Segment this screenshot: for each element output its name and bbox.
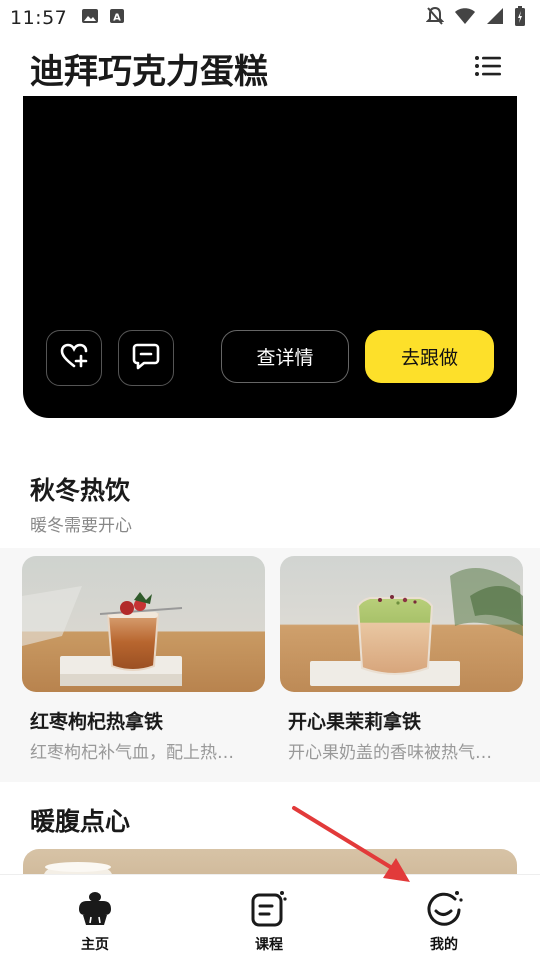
course-icon [251, 889, 287, 931]
follow-along-button[interactable]: 去跟做 [365, 330, 494, 383]
battery-charging-icon [514, 5, 526, 31]
section-title: 秋冬热饮 [30, 476, 131, 505]
profile-smile-icon [425, 889, 463, 931]
recipe-card[interactable]: 开心果茉莉拿铁 开心果奶盖的香味被热气… [280, 556, 523, 763]
favorite-button[interactable] [46, 330, 102, 386]
section-warm-snacks: 暖腹点心 [0, 782, 540, 874]
status-time: 11:57 [10, 7, 68, 29]
svg-text:A: A [113, 13, 121, 24]
recipe-card-image [280, 556, 523, 692]
nav-profile[interactable]: 我的 [404, 889, 484, 954]
view-details-button[interactable]: 查详情 [221, 330, 349, 383]
section-hot-drinks: 秋冬热饮 暖冬需要开心 红枣枸杞热拿铁 红枣枸杞补气血，配上热… 开心果茉莉拿铁… [0, 443, 540, 782]
status-bar: 11:57 A [0, 0, 540, 36]
comment-icon [132, 342, 160, 374]
comment-button[interactable] [118, 330, 174, 386]
wifi-icon [454, 7, 476, 29]
a-letter-icon: A [109, 8, 125, 28]
section-subtitle: 暖冬需要开心 [30, 516, 132, 536]
recipe-card-desc: 开心果奶盖的香味被热气… [288, 743, 492, 763]
recipe-card-title: 红枣枸杞热拿铁 [30, 711, 164, 733]
recipe-card-desc: 红枣枸杞补气血，配上热… [30, 743, 234, 763]
hero-section: 查详情 去跟做 [0, 96, 540, 443]
heart-plus-icon [59, 342, 89, 374]
cake-home-icon [75, 889, 115, 931]
snack-card-preview[interactable] [23, 849, 517, 874]
header: 迪拜巧克力蛋糕 [0, 36, 540, 98]
page-title: 迪拜巧克力蛋糕 [30, 52, 268, 92]
nav-home[interactable]: 主页 [55, 889, 135, 954]
list-menu-icon[interactable] [474, 52, 502, 80]
video-player[interactable]: 查详情 去跟做 [23, 96, 517, 418]
recipe-card-title: 开心果茉莉拿铁 [288, 711, 422, 733]
section-title: 暖腹点心 [30, 807, 131, 836]
signal-icon [486, 7, 504, 29]
nav-label: 我的 [430, 937, 458, 953]
notifications-off-icon [425, 6, 445, 30]
recipe-card[interactable]: 红枣枸杞热拿铁 红枣枸杞补气血，配上热… [22, 556, 265, 763]
nav-courses[interactable]: 课程 [229, 889, 309, 954]
recipe-card-image [22, 556, 265, 692]
bottom-navigation: 主页 课程 我的 [0, 874, 540, 960]
nav-label: 主页 [81, 937, 109, 953]
image-icon [81, 8, 99, 28]
nav-label: 课程 [255, 937, 283, 953]
